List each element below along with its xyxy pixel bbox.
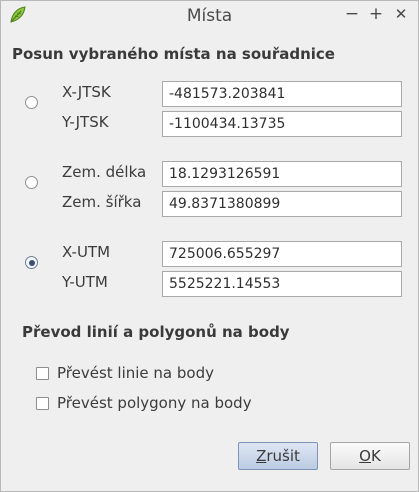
label-x-jtsk: X-JTSK bbox=[62, 83, 111, 101]
label-latitude: Zem. šířka bbox=[62, 193, 142, 211]
ok-button[interactable]: OK bbox=[330, 442, 410, 470]
y-utm-field[interactable] bbox=[162, 271, 402, 297]
cancel-label-rest: rušit bbox=[266, 447, 300, 465]
longitude-field[interactable] bbox=[162, 161, 402, 187]
cancel-button[interactable]: Zrušit bbox=[238, 442, 318, 470]
ok-label-rest: K bbox=[370, 447, 381, 465]
minimize-button[interactable]: − bbox=[341, 3, 363, 25]
cancel-mnemonic: Z bbox=[256, 447, 267, 465]
y-jtsk-field[interactable] bbox=[162, 111, 402, 137]
dialog-content: Posun vybraného místa na souřadnice X-JT… bbox=[1, 30, 418, 491]
radio-jtsk[interactable] bbox=[25, 96, 38, 109]
label-longitude: Zem. délka bbox=[62, 163, 147, 181]
latitude-field[interactable] bbox=[162, 191, 402, 217]
dialog-window: Místa − + ✕ Posun vybraného místa na sou… bbox=[0, 0, 419, 492]
x-utm-field[interactable] bbox=[162, 241, 402, 267]
x-jtsk-field[interactable] bbox=[162, 81, 402, 107]
radio-utm[interactable] bbox=[25, 256, 38, 269]
convert-section-heading: Převod linií a polygonů na body bbox=[22, 323, 290, 341]
maximize-button[interactable]: + bbox=[365, 3, 387, 25]
title-bar[interactable]: Místa − + ✕ bbox=[1, 1, 418, 30]
label-x-utm: X-UTM bbox=[62, 243, 111, 261]
shift-section-heading: Posun vybraného místa na souřadnice bbox=[12, 45, 335, 63]
label-y-jtsk: Y-JTSK bbox=[62, 113, 109, 131]
label-y-utm: Y-UTM bbox=[62, 273, 108, 291]
close-button[interactable]: ✕ bbox=[390, 3, 412, 25]
convert-polygons-checkbox[interactable] bbox=[36, 397, 49, 410]
convert-lines-checkbox[interactable] bbox=[36, 367, 49, 380]
convert-polygons-label[interactable]: Převést polygony na body bbox=[57, 394, 252, 412]
convert-lines-label[interactable]: Převést linie na body bbox=[57, 364, 214, 382]
radio-wgs84[interactable] bbox=[25, 176, 38, 189]
ok-mnemonic: O bbox=[359, 447, 371, 465]
